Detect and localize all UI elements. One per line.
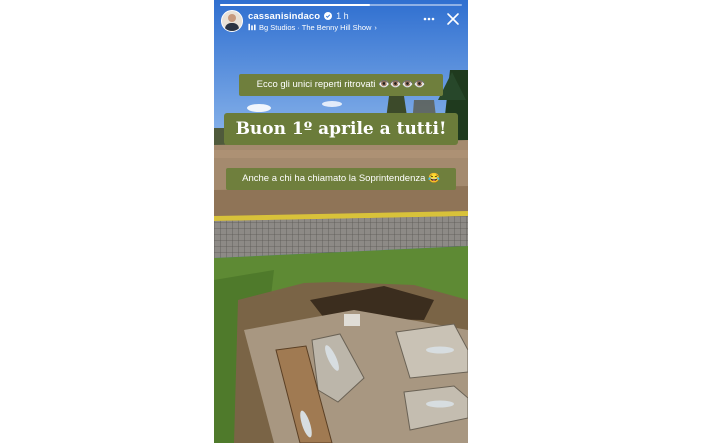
caption-sticker-3: Anche a chi ha chiamato la Soprintendenz… xyxy=(226,168,456,190)
music-note-icon xyxy=(248,23,256,31)
verified-icon xyxy=(324,12,333,20)
more-options-icon[interactable] xyxy=(422,12,436,26)
caption-sticker-1: Ecco gli unici reperti ritrovati 👁️👁️👁️👁… xyxy=(239,74,443,96)
story-progress-bar xyxy=(220,4,462,6)
close-icon[interactable] xyxy=(446,12,460,26)
caption-sticker-title: Buon 1º aprile a tutti! xyxy=(224,113,458,145)
user-row: cassanisindaco 1 h xyxy=(248,10,349,22)
music-track-label: Bg Studios · The Benny Hill Show xyxy=(259,22,372,32)
chevron-right-icon: › xyxy=(374,22,377,32)
story-progress-fill xyxy=(220,4,371,6)
avatar[interactable] xyxy=(221,10,243,32)
time-ago: 1 h xyxy=(336,11,349,21)
music-row[interactable]: Bg Studios · The Benny Hill Show › xyxy=(248,22,377,32)
story-photo xyxy=(214,0,468,443)
story-header: cassanisindaco 1 h Bg Studios · The Benn… xyxy=(221,10,462,32)
story-viewer[interactable]: cassanisindaco 1 h Bg Studios · The Benn… xyxy=(214,0,468,443)
username[interactable]: cassanisindaco xyxy=(248,11,320,22)
